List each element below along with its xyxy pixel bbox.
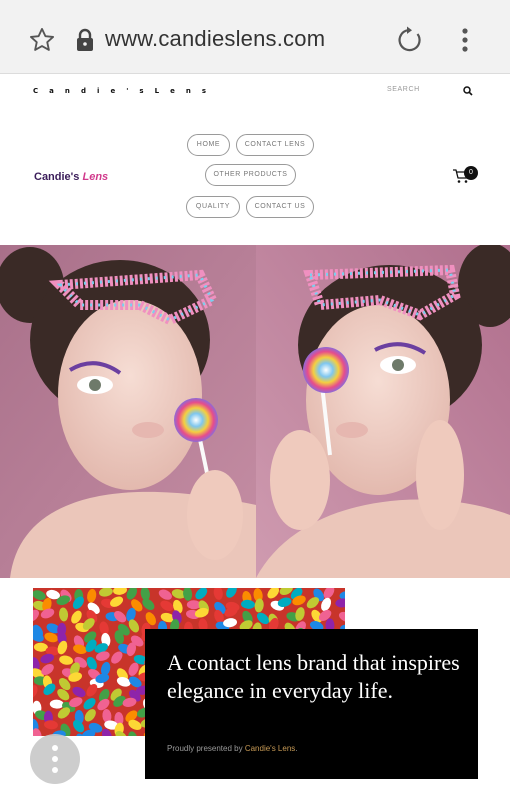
feature-card: A contact lens brand that inspires elega… xyxy=(145,629,478,779)
nav-quality[interactable]: QUALITY xyxy=(186,196,240,218)
lock-icon xyxy=(77,28,93,51)
fab-dot xyxy=(52,745,58,751)
floating-menu-button[interactable] xyxy=(30,734,80,784)
reload-icon[interactable] xyxy=(395,25,425,55)
byline-prefix: Proudly presented by xyxy=(167,744,245,753)
fab-dot xyxy=(52,756,58,762)
logo-part-candies: Candie's xyxy=(34,171,80,183)
site-logo[interactable]: Candie's Lens xyxy=(34,171,108,183)
nav-contact-lens[interactable]: CONTACT LENS xyxy=(236,134,314,156)
cart-count-badge: 0 xyxy=(464,166,478,180)
address-bar[interactable]: www.candieslens.com xyxy=(105,26,325,52)
byline-link[interactable]: Candie's Lens xyxy=(245,744,295,753)
feature-headline: A contact lens brand that inspires elega… xyxy=(167,650,460,703)
star-icon[interactable] xyxy=(28,26,56,54)
nav-contact-us[interactable]: CONTACT US xyxy=(246,196,314,218)
nav-other-products[interactable]: OTHER PRODUCTS xyxy=(205,164,296,186)
browser-toolbar: www.candieslens.com xyxy=(0,0,510,74)
feature-byline: Proudly presented by Candie's Lens. xyxy=(167,744,298,753)
search-icon[interactable] xyxy=(463,86,473,96)
hero-image xyxy=(0,245,510,578)
search-input[interactable]: SEARCH xyxy=(387,86,447,93)
topbar-brand[interactable]: C a n d i e ' s L e n s xyxy=(33,87,210,95)
byline-suffix: . xyxy=(295,744,298,753)
logo-part-lens: Lens xyxy=(82,171,109,183)
nav-home[interactable]: HOME xyxy=(187,134,230,156)
more-vert-icon[interactable] xyxy=(455,25,475,55)
fab-dot xyxy=(52,767,58,773)
